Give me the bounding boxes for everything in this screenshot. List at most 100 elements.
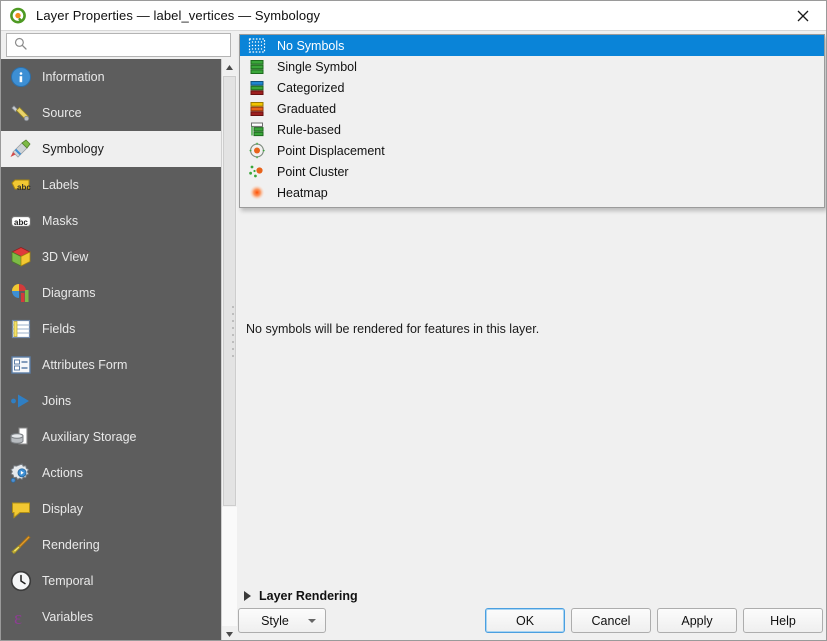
scrollbar-track[interactable]	[222, 507, 237, 626]
dropdown-option-label: Single Symbol	[277, 59, 357, 74]
actions-gear-icon	[9, 461, 33, 485]
close-icon[interactable]	[780, 1, 826, 30]
caret-down-icon	[308, 618, 316, 623]
dropdown-option-label: Rule-based	[277, 122, 341, 137]
categorized-icon	[247, 79, 267, 96]
sidebar-item-rendering[interactable]: Rendering	[1, 527, 221, 563]
sidebar-item-variables[interactable]: ε Variables	[1, 599, 221, 635]
display-balloon-icon	[9, 497, 33, 521]
auxiliary-storage-icon	[9, 425, 33, 449]
dropdown-option-label: Graduated	[277, 101, 337, 116]
sidebar-item-fields[interactable]: Fields	[1, 311, 221, 347]
graduated-icon	[247, 100, 267, 117]
ok-button[interactable]: OK	[485, 608, 565, 633]
dropdown-option-label: Point Cluster	[277, 164, 349, 179]
sidebar-item-joins[interactable]: Joins	[1, 383, 221, 419]
no-symbols-message: No symbols will be rendered for features…	[246, 322, 540, 336]
3d-view-cube-icon	[9, 245, 33, 269]
dialog-button-bar: Style OK Cancel Apply Help	[238, 608, 825, 635]
fields-table-icon	[9, 317, 33, 341]
rendering-broom-icon	[9, 533, 33, 557]
dropdown-option-point-displacement[interactable]: Point Displacement	[240, 140, 824, 161]
dropdown-option-no-symbols[interactable]: No Symbols	[240, 35, 824, 56]
layer-rendering-label: Layer Rendering	[259, 589, 358, 603]
rule-based-icon	[247, 121, 267, 138]
masks-abc-icon: abc	[9, 209, 33, 233]
sidebar-item-label: Diagrams	[42, 286, 96, 300]
layer-rendering-section[interactable]: Layer Rendering	[244, 589, 358, 603]
renderer-type-dropdown-list[interactable]: No Symbols Single Symbol Categorized Gra…	[239, 34, 825, 208]
point-displacement-icon	[247, 142, 267, 159]
sidebar-item-temporal[interactable]: Temporal	[1, 563, 221, 599]
information-icon	[9, 65, 33, 89]
dropdown-option-point-cluster[interactable]: Point Cluster	[240, 161, 824, 182]
sidebar-item-3d-view[interactable]: 3D View	[1, 239, 221, 275]
dropdown-option-label: Categorized	[277, 80, 345, 95]
svg-text:ε: ε	[14, 608, 22, 629]
sidebar-item-label: Actions	[42, 466, 83, 480]
sidebar-item-label: Source	[42, 106, 82, 120]
sidebar-item-label: Variables	[42, 610, 94, 624]
dropdown-option-graduated[interactable]: Graduated	[240, 98, 824, 119]
settings-sidebar[interactable]: Information Source Symbology abc Labels …	[1, 59, 221, 640]
symbology-brush-icon	[9, 137, 33, 161]
sidebar-item-information[interactable]: Information	[1, 59, 221, 95]
scrollbar-thumb[interactable]	[223, 76, 236, 506]
scroll-up-arrow-icon[interactable]	[222, 59, 237, 75]
attributes-form-icon	[9, 353, 33, 377]
sidebar-item-diagrams[interactable]: Diagrams	[1, 275, 221, 311]
dropdown-option-heatmap[interactable]: Heatmap	[240, 182, 824, 203]
search-input[interactable]	[32, 38, 212, 52]
dropdown-option-label: Heatmap	[277, 185, 328, 200]
search-icon	[14, 37, 27, 53]
sidebar-item-label: Symbology	[42, 142, 104, 156]
sidebar-item-auxiliary-storage[interactable]: Auxiliary Storage	[1, 419, 221, 455]
sidebar-item-masks[interactable]: abc Masks	[1, 203, 221, 239]
sidebar-item-symbology[interactable]: Symbology	[1, 131, 221, 167]
sidebar-item-label: 3D View	[42, 250, 89, 264]
dropdown-option-single-symbol[interactable]: Single Symbol	[240, 56, 824, 77]
sidebar-item-label: Display	[42, 502, 83, 516]
qgis-logo-icon	[10, 7, 28, 25]
cancel-button[interactable]: Cancel	[571, 608, 651, 633]
sidebar-item-label: Joins	[42, 394, 72, 408]
help-button[interactable]: Help	[743, 608, 823, 633]
sidebar-item-label: Temporal	[42, 574, 94, 588]
apply-button[interactable]: Apply	[657, 608, 737, 633]
window-title: Layer Properties — label_vertices — Symb…	[36, 8, 321, 23]
style-button-label: Style	[261, 613, 289, 628]
single-symbol-icon	[247, 58, 267, 75]
sidebar-item-label: Rendering	[42, 538, 100, 552]
dropdown-option-rule-based[interactable]: Rule-based	[240, 119, 824, 140]
variables-epsilon-icon: ε	[9, 605, 33, 629]
source-icon	[9, 101, 33, 125]
panel-splitter-handle[interactable]	[230, 301, 236, 361]
title-bar: Layer Properties — label_vertices — Symb…	[1, 1, 826, 31]
dropdown-option-label: Point Displacement	[277, 143, 385, 158]
dropdown-option-categorized[interactable]: Categorized	[240, 77, 824, 98]
sidebar-item-source[interactable]: Source	[1, 95, 221, 131]
no-symbols-icon	[247, 37, 267, 54]
sidebar-item-attributes-form[interactable]: Attributes Form	[1, 347, 221, 383]
layer-properties-dialog: Layer Properties — label_vertices — Symb…	[0, 0, 827, 641]
svg-text:abc: abc	[14, 218, 28, 227]
sidebar-item-label: Labels	[42, 178, 79, 192]
search-box[interactable]	[6, 33, 231, 57]
dropdown-option-label: No Symbols	[277, 38, 345, 53]
scroll-down-arrow-icon[interactable]	[222, 626, 237, 640]
style-button[interactable]: Style	[238, 608, 326, 633]
sidebar-item-label: Auxiliary Storage	[42, 430, 137, 444]
sidebar-item-labels[interactable]: abc Labels	[1, 167, 221, 203]
sidebar-item-label: Information	[42, 70, 105, 84]
labels-abc-icon: abc	[9, 173, 33, 197]
sidebar-item-display[interactable]: Display	[1, 491, 221, 527]
expand-triangle-icon[interactable]	[244, 591, 251, 601]
heatmap-icon	[247, 184, 267, 201]
sidebar-item-label: Fields	[42, 322, 76, 336]
sidebar-item-actions[interactable]: Actions	[1, 455, 221, 491]
sidebar-item-label: Masks	[42, 214, 79, 228]
point-cluster-icon	[247, 163, 267, 180]
joins-icon	[9, 389, 33, 413]
diagrams-chart-icon	[9, 281, 33, 305]
temporal-clock-icon	[9, 569, 33, 593]
